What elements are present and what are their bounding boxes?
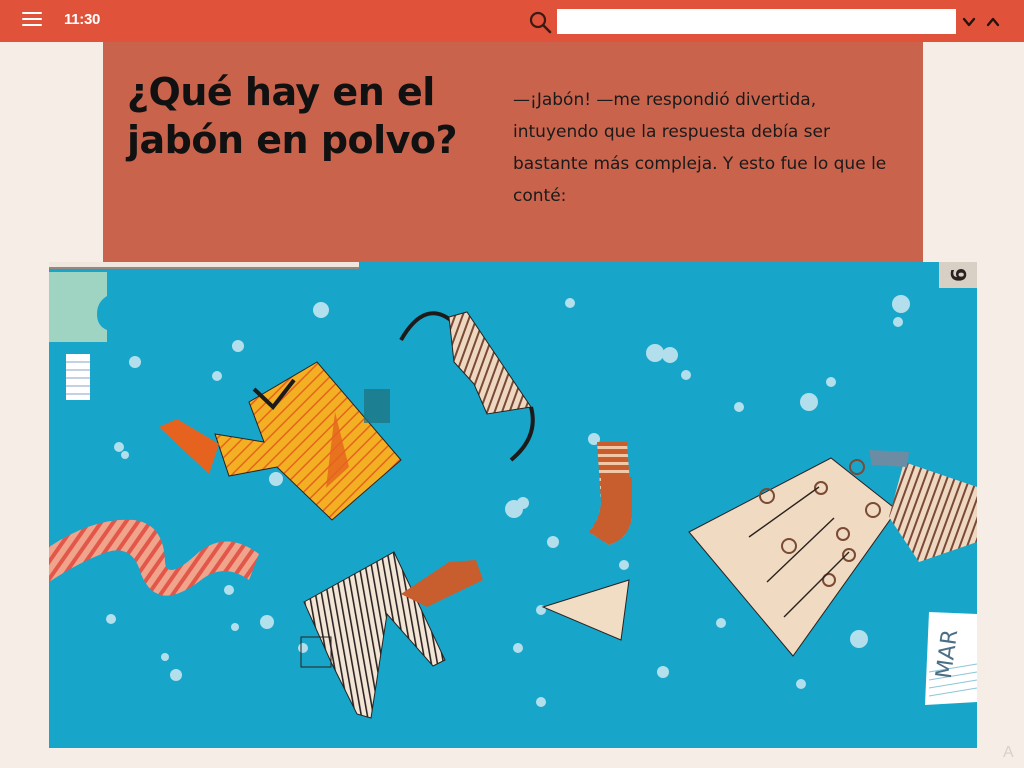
hamburger-menu-icon[interactable] [22, 12, 42, 28]
article-intro: —¡Jabón! —me respondió divertida, intuye… [513, 90, 887, 206]
corner-glyph: A [1003, 744, 1014, 761]
chevron-up-icon[interactable] [985, 14, 1001, 30]
article-title: ¿Qué hay en el jabón en polvo? [127, 70, 458, 162]
search-icon[interactable] [528, 10, 552, 34]
calendar-tag: MAR [925, 612, 977, 705]
corner-number: 9 [946, 268, 970, 282]
chevron-down-icon[interactable] [961, 14, 977, 30]
search-input[interactable] [557, 9, 956, 34]
top-app-bar: 11:30 [0, 0, 1024, 42]
status-time: 11:30 [64, 11, 101, 28]
laundry-illustration: 9 MAR [49, 262, 977, 748]
article-header: ¿Qué hay en el jabón en polvo? —¡Jabón! … [103, 42, 923, 262]
